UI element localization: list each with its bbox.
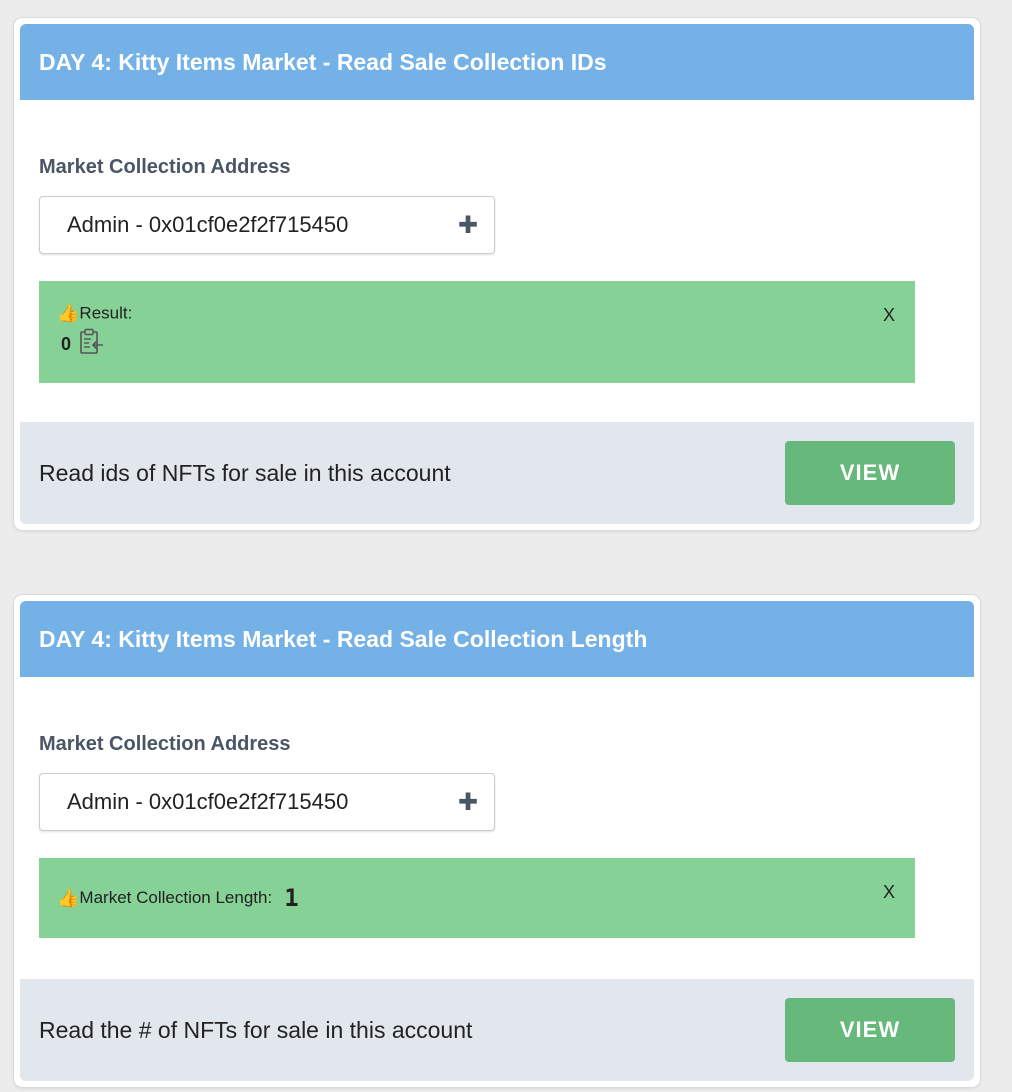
card-title: DAY 4: Kitty Items Market - Read Sale Co…: [20, 601, 974, 677]
result-label: Result:: [79, 303, 133, 323]
view-button[interactable]: VIEW: [785, 998, 955, 1062]
result-panel: 👍Result: 0 X: [39, 281, 915, 383]
view-button[interactable]: VIEW: [785, 441, 955, 505]
address-select[interactable]: Admin - 0x01cf0e2f2f715450 ✚: [39, 773, 495, 831]
script-card-sale-length: DAY 4: Kitty Items Market - Read Sale Co…: [14, 595, 980, 1087]
card-body: Market Collection Address Admin - 0x01cf…: [20, 733, 974, 831]
plus-icon: ✚: [457, 211, 478, 239]
close-result-button[interactable]: X: [883, 882, 895, 903]
thumbs-up-icon: 👍: [57, 887, 80, 908]
address-select[interactable]: Admin - 0x01cf0e2f2f715450 ✚: [39, 196, 495, 254]
card-title: DAY 4: Kitty Items Market - Read Sale Co…: [20, 24, 974, 100]
result-label: Market Collection Length:: [79, 888, 273, 907]
result-panel: 👍 Market Collection Length: 1 X: [39, 858, 915, 938]
address-select-value: Admin - 0x01cf0e2f2f715450: [67, 789, 349, 814]
card-body: Market Collection Address Admin - 0x01cf…: [20, 156, 974, 254]
card-footer: Read the # of NFTs for sale in this acco…: [20, 979, 974, 1081]
clipboard-icon[interactable]: [79, 328, 105, 361]
field-label: Market Collection Address: [39, 156, 291, 178]
close-result-button[interactable]: X: [883, 305, 895, 326]
thumbs-up-icon: 👍: [57, 303, 80, 323]
result-value: 1: [284, 884, 299, 912]
footer-description: Read the # of NFTs for sale in this acco…: [39, 1016, 473, 1043]
card-footer: Read ids of NFTs for sale in this accoun…: [20, 422, 974, 524]
script-card-sale-ids: DAY 4: Kitty Items Market - Read Sale Co…: [14, 18, 980, 530]
field-label: Market Collection Address: [39, 733, 291, 755]
result-value: 0: [61, 334, 72, 354]
address-select-value: Admin - 0x01cf0e2f2f715450: [67, 212, 349, 237]
plus-icon: ✚: [457, 788, 478, 816]
footer-description: Read ids of NFTs for sale in this accoun…: [39, 459, 451, 486]
